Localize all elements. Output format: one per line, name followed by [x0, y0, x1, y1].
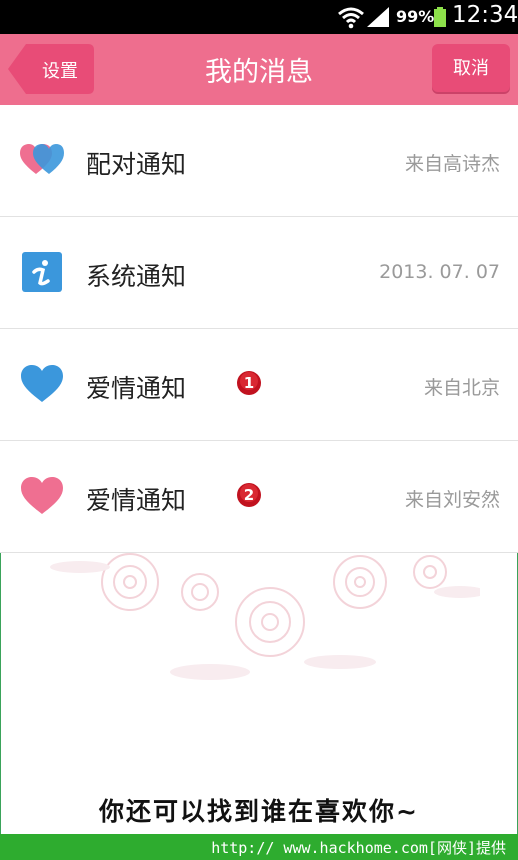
list-item[interactable]: 系统通知 2013. 07. 07	[0, 217, 518, 329]
blue-heart-icon	[21, 365, 63, 402]
message-type-label: 爱情通知	[86, 374, 187, 403]
roses-background-image	[50, 553, 480, 680]
message-list: 配对通知 来自高诗杰 系统通知 2013. 07. 07 爱情通知 1 来自北京…	[0, 105, 518, 553]
message-date: 2013. 07. 07	[379, 261, 500, 283]
back-button[interactable]: 设置	[8, 44, 94, 94]
back-button-label: 设置	[42, 61, 78, 82]
page-title: 我的消息	[205, 57, 313, 88]
wifi-icon	[338, 7, 364, 29]
message-sender: 来自刘安然	[404, 489, 500, 511]
signal-icon	[367, 7, 389, 27]
clock: 12:34	[452, 2, 518, 28]
watermark-bar: http:// www.hackhome.com[网侠]提供	[0, 834, 518, 860]
battery-icon	[434, 7, 446, 27]
promo-slogan: 你还可以找到谁在喜欢你~	[99, 797, 419, 826]
message-sender: 来自北京	[423, 377, 500, 399]
battery-percent: 99%	[396, 7, 435, 26]
svg-text:2: 2	[244, 486, 254, 504]
cancel-button[interactable]: 取消	[432, 44, 510, 94]
unread-badge: 1	[237, 371, 261, 395]
message-sender: 来自高诗杰	[404, 153, 500, 175]
pair-hearts-icon	[20, 144, 64, 174]
app-header: 设置 我的消息 取消	[0, 34, 518, 105]
message-type-label: 系统通知	[86, 262, 187, 291]
watermark-text: http:// www.hackhome.com[网侠]提供	[211, 839, 506, 857]
info-icon	[22, 252, 62, 292]
status-bar: 99% 12:34	[0, 0, 518, 34]
list-item[interactable]: 配对通知 来自高诗杰	[0, 105, 518, 217]
svg-text:1: 1	[244, 374, 254, 392]
pink-heart-icon	[21, 477, 63, 514]
message-type-label: 配对通知	[86, 150, 187, 179]
unread-badge: 2	[237, 483, 261, 507]
list-item[interactable]: 爱情通知 1 来自北京	[0, 329, 518, 441]
message-type-label: 爱情通知	[86, 486, 187, 515]
list-item[interactable]: 爱情通知 2 来自刘安然	[0, 441, 518, 553]
cancel-button-label: 取消	[453, 58, 489, 79]
